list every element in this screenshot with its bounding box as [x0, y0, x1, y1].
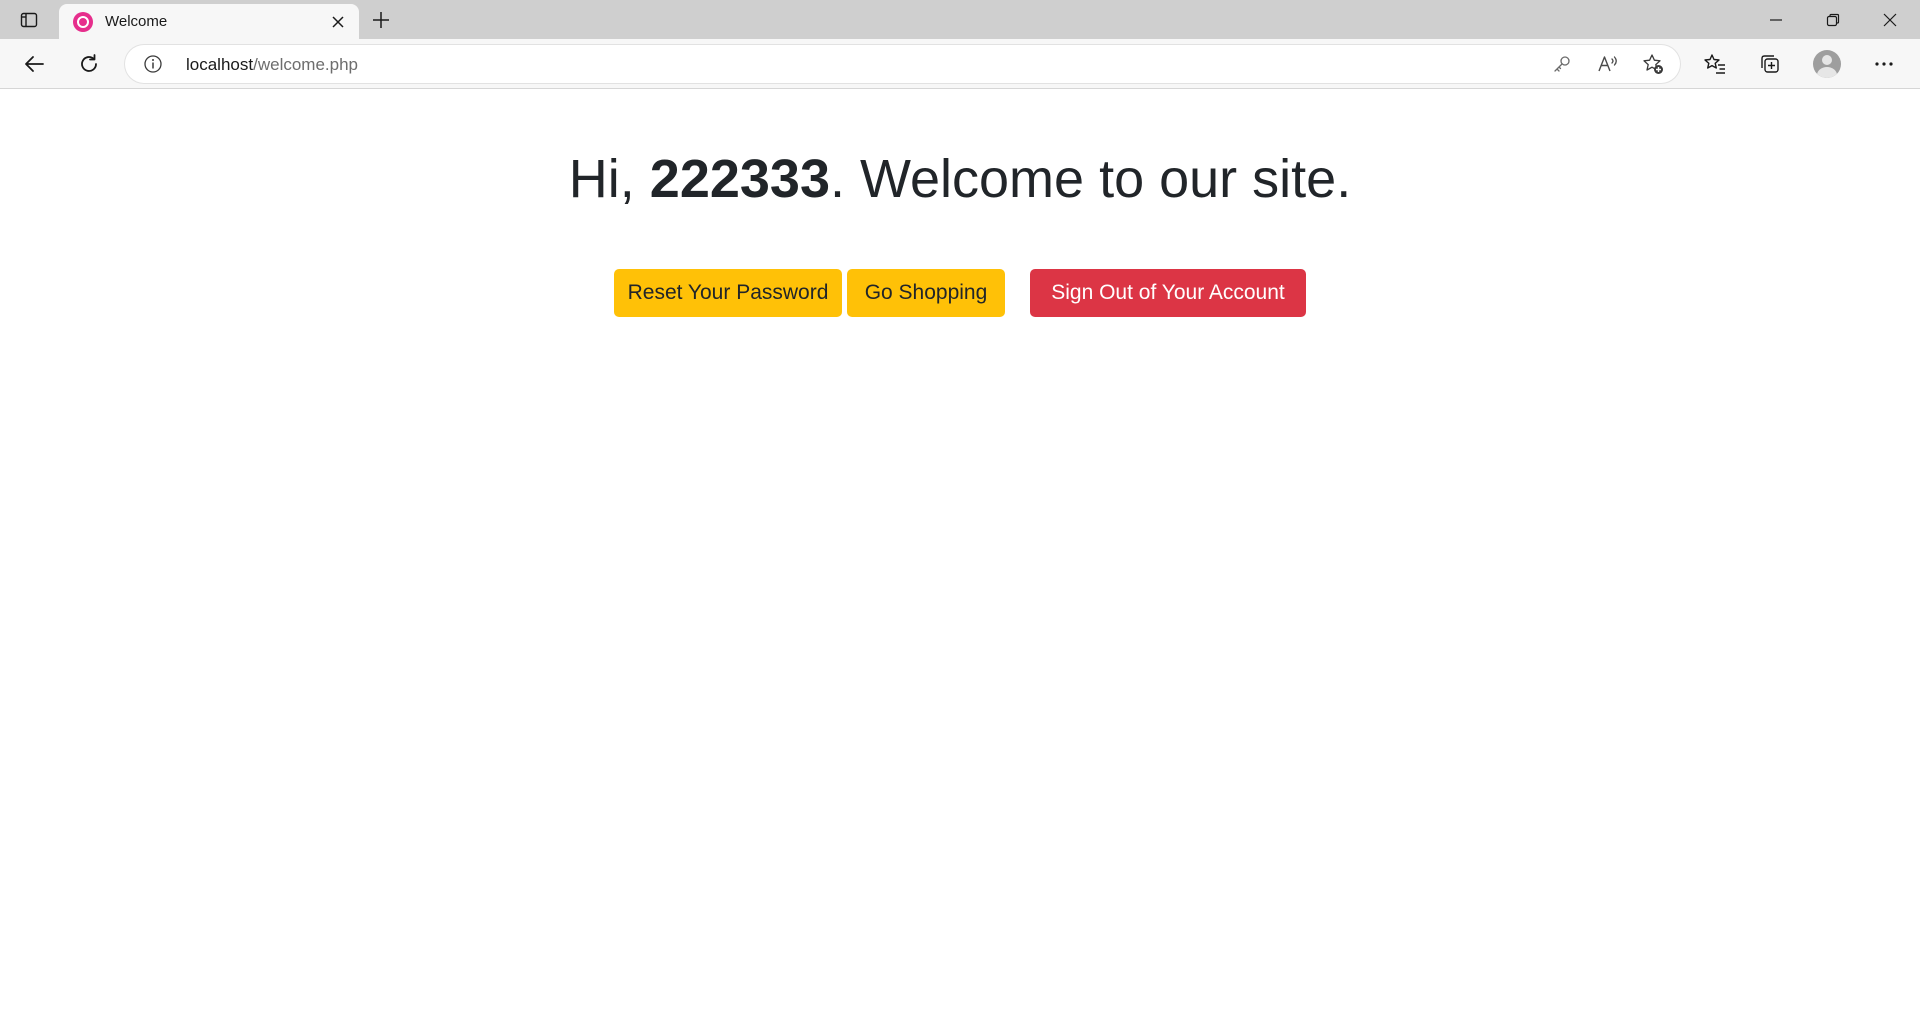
read-aloud-icon[interactable]	[1594, 51, 1622, 77]
minimize-icon[interactable]	[1748, 0, 1804, 39]
profile-avatar[interactable]	[1813, 50, 1841, 78]
collections-icon[interactable]	[1752, 47, 1788, 81]
browser-tab[interactable]: Welcome	[59, 4, 359, 39]
password-key-icon[interactable]	[1548, 51, 1576, 77]
url-text[interactable]: localhost/welcome.php	[186, 55, 358, 74]
welcome-heading: Hi, 222333. Welcome to our site.	[0, 147, 1920, 211]
greeting-prefix: Hi,	[568, 149, 650, 209]
username: 222333	[649, 149, 830, 209]
add-favorite-star-icon[interactable]	[1639, 51, 1667, 77]
tab-actions-icon[interactable]	[14, 8, 44, 32]
url-host: localhost	[186, 55, 254, 74]
close-window-icon[interactable]	[1862, 0, 1918, 39]
url-path: /welcome.php	[253, 55, 358, 74]
refresh-icon[interactable]	[71, 47, 107, 81]
tab-strip: Welcome	[0, 0, 1920, 39]
back-arrow-icon[interactable]	[16, 47, 52, 81]
reset-password-button[interactable]: Reset Your Password	[614, 269, 842, 317]
go-shopping-button[interactable]: Go Shopping	[847, 269, 1005, 317]
greeting-suffix: . Welcome to our site.	[830, 149, 1352, 209]
browser-toolbar: localhost/welcome.php	[0, 39, 1920, 89]
restore-icon[interactable]	[1805, 0, 1861, 39]
favorites-list-icon[interactable]	[1697, 47, 1733, 81]
more-options-icon[interactable]	[1866, 47, 1902, 81]
address-bar[interactable]: localhost/welcome.php	[125, 45, 1680, 83]
action-buttons: Reset Your Password Go Shopping Sign Out…	[614, 269, 1306, 317]
sign-out-button[interactable]: Sign Out of Your Account	[1030, 269, 1306, 317]
tab-title: Welcome	[105, 13, 168, 30]
page-content: Hi, 222333. Welcome to our site. Reset Y…	[0, 89, 1920, 1030]
site-info-icon[interactable]	[143, 54, 163, 74]
close-tab-icon[interactable]	[323, 7, 353, 37]
wampserver-icon	[73, 11, 93, 32]
new-tab-icon[interactable]	[366, 6, 396, 34]
